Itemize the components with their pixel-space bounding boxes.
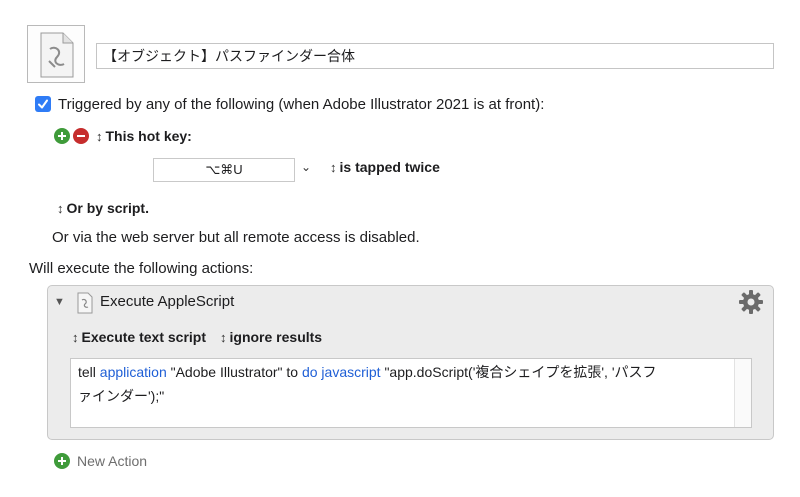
- applescript-doc-icon: [40, 32, 74, 78]
- action-title: Execute AppleScript: [100, 293, 235, 310]
- script-token: "Adobe Illustrator" to: [166, 364, 302, 380]
- trigger-label: Triggered by any of the following (when …: [58, 95, 545, 113]
- script-code: tell application "Adobe Illustrator" to …: [78, 360, 741, 408]
- updown-chevron-icon: ↕: [57, 200, 64, 216]
- new-action-label: New Action: [77, 453, 148, 469]
- gear-icon[interactable]: [738, 289, 764, 315]
- plus-icon: [58, 132, 66, 140]
- hotkey-mode-popup[interactable]: ↕ is tapped twice: [326, 159, 440, 175]
- script-source-popup[interactable]: Execute text script: [82, 329, 207, 345]
- add-trigger-button[interactable]: [54, 128, 70, 144]
- minus-icon: [77, 135, 85, 137]
- disclosure-triangle-icon[interactable]: ▼: [54, 296, 65, 308]
- script-keyword: application: [99, 364, 167, 380]
- updown-chevron-icon: ↕: [72, 329, 79, 345]
- action-execute-applescript[interactable]: ▼ Execute AppleScript ↕ Execute text scr…: [47, 285, 774, 440]
- execute-options: ↕ Execute text script ↕ ignore results: [68, 329, 332, 345]
- webserver-note: Or via the web server but all remote acc…: [52, 229, 420, 246]
- plus-circle-icon: [54, 453, 70, 469]
- script-token: ァインダー');": [78, 388, 165, 404]
- applescript-icon: [77, 292, 93, 314]
- script-keyword: do javascript: [301, 364, 381, 380]
- script-token: tell: [78, 364, 100, 380]
- new-action-button[interactable]: New Action: [54, 453, 147, 469]
- updown-chevron-icon[interactable]: ↕: [96, 129, 103, 144]
- macro-editor: 【オブジェクト】パスファインダー合体 Triggered by any of t…: [0, 0, 800, 497]
- macro-icon-well[interactable]: [27, 25, 85, 83]
- trigger-type-popup[interactable]: This hot key:: [106, 128, 192, 144]
- plus-icon: [58, 457, 66, 465]
- hotkey-trigger-header: ↕ This hot key:: [54, 125, 192, 147]
- hotkey-mode-label: is tapped twice: [339, 159, 440, 175]
- script-token: "app.doScript('複合シェイプを拡張', 'パスフ: [380, 364, 657, 380]
- macro-name-field[interactable]: 【オブジェクト】パスファインダー合体: [96, 43, 774, 69]
- script-scrollbar[interactable]: [734, 359, 751, 427]
- chevron-down-icon[interactable]: ⌄: [301, 160, 311, 174]
- actions-heading: Will execute the following actions:: [29, 260, 254, 277]
- script-text-area[interactable]: tell application "Adobe Illustrator" to …: [70, 358, 752, 428]
- script-trigger-popup[interactable]: ↕ Or by script.: [53, 200, 149, 216]
- checkmark-icon: [38, 99, 48, 109]
- results-popup[interactable]: ignore results: [230, 329, 323, 345]
- trigger-option: Triggered by any of the following (when …: [35, 93, 544, 115]
- remove-trigger-button[interactable]: [73, 128, 89, 144]
- script-trigger-label: Or by script.: [66, 200, 149, 216]
- trigger-checkbox[interactable]: [35, 96, 51, 112]
- updown-chevron-icon: ↕: [220, 329, 227, 345]
- updown-chevron-icon: ↕: [330, 159, 337, 175]
- hotkey-field[interactable]: ⌥⌘U: [153, 158, 295, 182]
